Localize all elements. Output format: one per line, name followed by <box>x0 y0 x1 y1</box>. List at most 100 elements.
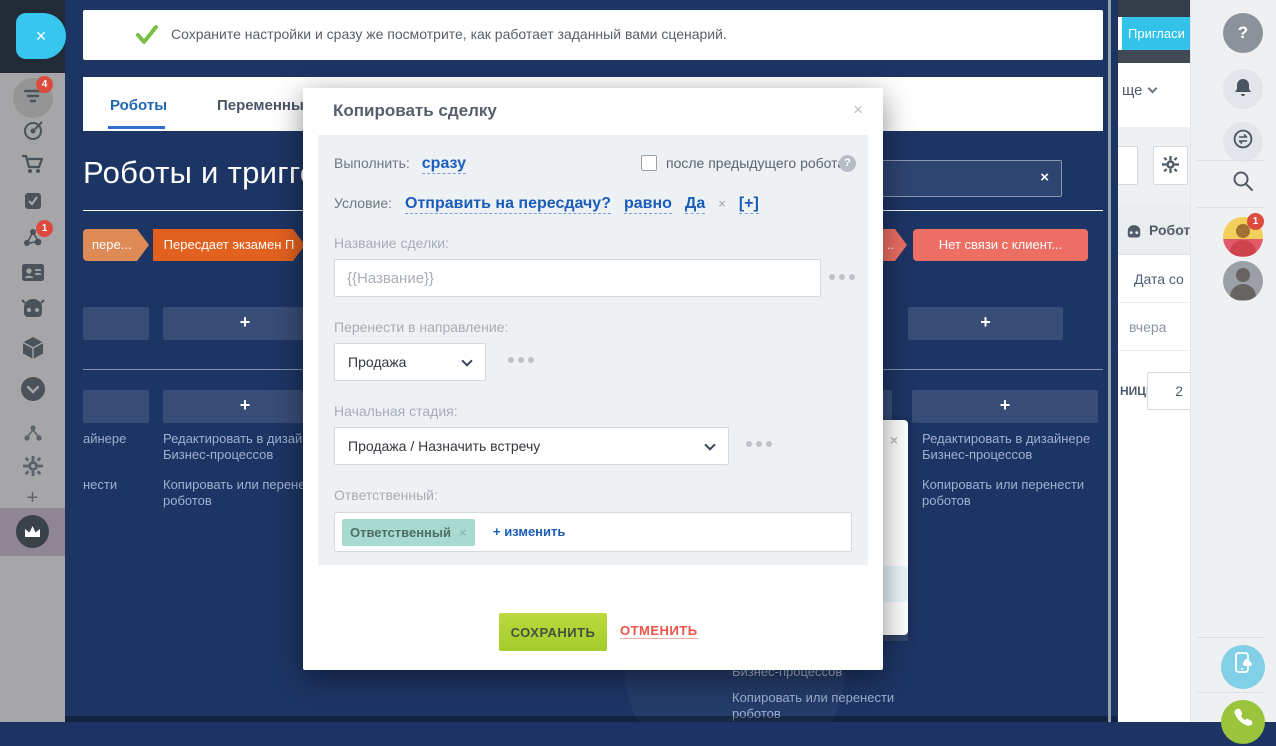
copy-deal-modal: Копировать сделку × Выполнить: сразу пос… <box>303 88 883 670</box>
responsible-field[interactable]: Ответственный × + изменить <box>334 512 852 552</box>
change-responsible-link[interactable]: + изменить <box>493 524 565 539</box>
avatar[interactable] <box>1223 261 1263 301</box>
chevron-down-icon[interactable] <box>0 376 65 407</box>
tab-variables[interactable]: Переменные <box>217 97 312 114</box>
edit-in-designer-link[interactable]: Редактировать в дизайнере <box>922 431 1090 447</box>
close-menu-button[interactable]: × <box>16 13 66 59</box>
filter-icon[interactable] <box>0 85 65 112</box>
filter-badge: 4 <box>36 76 53 93</box>
cancel-button[interactable]: ОТМЕНИТЬ <box>620 623 698 639</box>
close-icon[interactable]: × <box>853 100 863 120</box>
edit-in-designer-link[interactable]: айнере <box>83 431 126 447</box>
stage-label: Начальная стадия: <box>334 403 458 419</box>
phone-icon <box>1234 708 1253 726</box>
divider <box>1197 207 1265 208</box>
chat-button[interactable] <box>1223 122 1263 162</box>
chat-icon <box>1233 129 1253 149</box>
slider-scrollbar[interactable] <box>1108 0 1111 722</box>
avatar-badge: 1 <box>1247 213 1264 230</box>
mobile-app-button[interactable] <box>1221 645 1265 689</box>
add-robot-button[interactable] <box>83 307 149 340</box>
modal-title: Копировать сделку <box>333 101 497 120</box>
search-button[interactable] <box>1223 165 1263 205</box>
gear-icon[interactable] <box>0 456 65 481</box>
bell-icon <box>1235 79 1251 96</box>
add-robot-button[interactable]: + <box>908 307 1063 340</box>
date-column-header[interactable]: Дата со <box>1118 255 1190 303</box>
copy-robots-link[interactable]: нести <box>83 477 117 493</box>
top-bar-strip <box>1118 50 1190 63</box>
telephony-button[interactable] <box>1221 700 1265 744</box>
robot-tab-row[interactable]: Робот <box>1118 205 1190 255</box>
condition-label: Условие: <box>334 195 393 211</box>
community-icon[interactable] <box>0 226 65 255</box>
tag-remove-icon[interactable]: × <box>459 525 467 540</box>
robot-icon <box>1127 225 1141 238</box>
target-icon[interactable] <box>0 120 65 147</box>
hint-banner-text: Сохраните настройки и сразу же посмотрит… <box>171 26 727 42</box>
toolbar-button[interactable] <box>1118 146 1138 185</box>
robot-icon[interactable] <box>0 299 65 324</box>
execute-value-link[interactable]: сразу <box>421 155 466 174</box>
stage-badge[interactable]: пере... <box>83 229 149 261</box>
after-previous-checkbox[interactable] <box>641 155 657 171</box>
edit-in-designer-link[interactable]: Бизнес-процессов <box>163 447 273 463</box>
sitemap-icon[interactable] <box>0 424 65 447</box>
condition-field-link[interactable]: Отправить на пересдачу? <box>405 195 611 214</box>
plus-icon[interactable]: + <box>0 487 65 510</box>
underlying-page-column: Пригласи ще Робот Дата со вчера НИЦЕ: <box>1117 0 1190 722</box>
add-robot-button[interactable]: + <box>912 390 1098 423</box>
copy-robots-link[interactable]: Копировать или перенести <box>922 477 1084 493</box>
chevron-down-icon <box>1147 83 1157 94</box>
responsible-tag-label: Ответственный <box>350 525 451 540</box>
tasks-icon[interactable] <box>0 190 65 217</box>
close-icon[interactable]: × <box>890 432 898 448</box>
tab-robots[interactable]: Роботы <box>110 97 167 114</box>
contacts-icon[interactable] <box>0 263 65 288</box>
more-label: ще <box>1122 82 1143 99</box>
per-page-input[interactable] <box>1147 372 1190 410</box>
settings-button[interactable] <box>1153 146 1188 185</box>
stage-badge[interactable]: Нет связи с клиент... <box>913 229 1088 261</box>
menu-dots-icon[interactable] <box>829 274 855 280</box>
divider <box>1197 637 1265 638</box>
crown-icon <box>16 515 49 548</box>
menu-dots-icon[interactable] <box>746 441 772 447</box>
search-clear-icon[interactable]: × <box>1040 169 1049 186</box>
help-icon[interactable]: ? <box>839 155 856 172</box>
notifications-button[interactable] <box>1223 69 1263 109</box>
copy-robots-link[interactable]: роботов <box>163 493 212 509</box>
cart-icon[interactable] <box>0 153 65 180</box>
copy-robots-link[interactable]: Копировать или перенести <box>163 477 325 493</box>
stage-badge[interactable]: .. <box>883 229 907 261</box>
copy-robots-link[interactable]: роботов <box>922 493 971 509</box>
execute-row: Выполнить: сразу <box>334 155 466 174</box>
menu-dots-icon[interactable] <box>508 357 534 363</box>
direction-select[interactable]: Продажа <box>334 343 486 381</box>
gear-icon <box>1162 156 1179 173</box>
stage-badge[interactable]: Пересдает экзамен П <box>153 229 305 261</box>
help-button[interactable]: ? <box>1223 13 1263 53</box>
deal-name-input[interactable] <box>334 259 821 297</box>
add-robot-button[interactable] <box>83 390 149 423</box>
invite-button[interactable]: Пригласи <box>1122 17 1190 50</box>
more-dropdown[interactable]: ще <box>1122 82 1157 99</box>
responsible-label: Ответственный: <box>334 487 438 503</box>
condition-value-link[interactable]: Да <box>684 195 706 214</box>
sidebar-item-crown[interactable] <box>0 508 65 556</box>
condition-remove-icon[interactable]: × <box>718 196 726 211</box>
sidebar-header: × <box>0 0 66 73</box>
right-toolbar: ? 1 <box>1190 0 1276 744</box>
bottom-edge <box>65 716 1117 722</box>
stage-select[interactable]: Продажа / Назначить встречу <box>334 427 729 465</box>
active-tab-underline <box>108 126 165 129</box>
left-sidebar: 4 1 + × <box>0 0 66 722</box>
copy-robots-link[interactable]: Копировать или перенести <box>732 690 894 706</box>
edit-in-designer-link[interactable]: Бизнес-процессов <box>922 447 1032 463</box>
cube-icon[interactable] <box>0 336 65 365</box>
chevron-down-icon <box>461 355 473 367</box>
search-icon <box>1233 171 1253 191</box>
save-button[interactable]: СОХРАНИТЬ <box>499 613 607 651</box>
condition-operator-link[interactable]: равно <box>623 195 672 214</box>
condition-add-link[interactable]: [+] <box>738 195 759 214</box>
